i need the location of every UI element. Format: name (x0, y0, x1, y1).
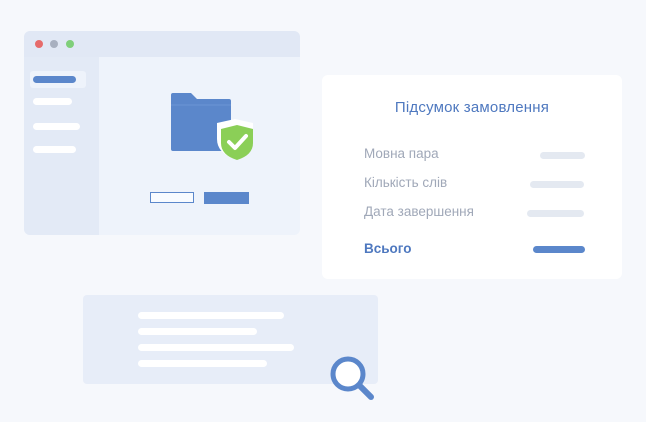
secure-folder-illustration (171, 93, 253, 160)
minimize-dot-icon (50, 40, 58, 48)
word-count-value-placeholder (530, 181, 584, 188)
sidebar-item-placeholder (33, 123, 80, 130)
window-titlebar (24, 31, 300, 57)
filled-button-placeholder (204, 192, 249, 204)
browser-window-illustration (24, 31, 300, 235)
text-line-placeholder (138, 312, 284, 319)
sidebar-item-placeholder (33, 76, 76, 83)
completion-date-value-placeholder (527, 210, 584, 217)
close-dot-icon (35, 40, 43, 48)
magnifier-icon (330, 356, 374, 400)
language-pair-value-placeholder (540, 152, 585, 159)
completion-date-label: Дата завершення (364, 204, 474, 219)
text-line-placeholder (138, 344, 294, 351)
order-summary-card: Підсумок замовлення Мовна пара Кількість… (322, 75, 622, 279)
total-value-placeholder (533, 246, 585, 253)
language-pair-label: Мовна пара (364, 146, 439, 161)
shield-check-icon (217, 119, 253, 160)
word-count-label: Кількість слів (364, 175, 448, 190)
window-sidebar (24, 57, 99, 235)
card-title: Підсумок замовлення (394, 99, 550, 116)
total-label: Всього (364, 241, 412, 256)
text-line-placeholder (138, 328, 257, 335)
outline-button-placeholder (150, 192, 194, 203)
sidebar-item-placeholder (33, 98, 72, 105)
text-line-placeholder (138, 360, 267, 367)
sidebar-item-placeholder (33, 146, 76, 153)
maximize-dot-icon (66, 40, 74, 48)
